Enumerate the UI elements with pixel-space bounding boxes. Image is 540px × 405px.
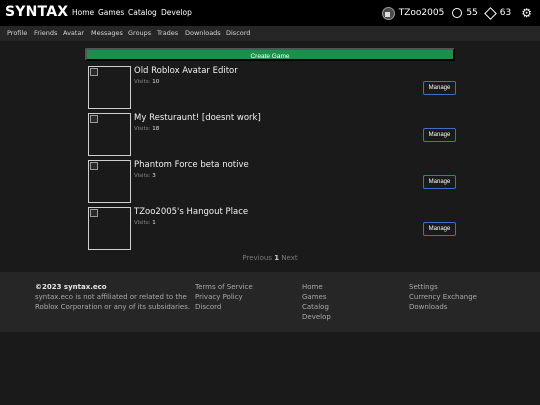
visits-label: Visits: [134,79,151,85]
footer-link-terms[interactable]: Terms of Service [195,282,253,292]
footer-link-games[interactable]: Games [302,292,331,302]
subnav-messages[interactable]: Messages [91,29,123,37]
game-title[interactable]: TZoo2005's Hangout Place [134,207,248,217]
visits-count: 18 [152,126,160,132]
subnav-discord[interactable]: Discord [226,29,250,37]
game-item: Phantom Force beta notive Visits: 3 Mana… [88,160,456,203]
brand-logo[interactable]: SYNTAX [5,4,68,20]
user-area: TZoo2005 55 63 ⚙ [381,0,532,26]
footer-link-downloads[interactable]: Downloads [409,302,477,312]
footer-link-discord[interactable]: Discord [195,302,253,312]
gear-icon[interactable]: ⚙ [521,6,532,20]
footer-link-develop[interactable]: Develop [302,312,331,322]
visits-label: Visits: [134,126,151,132]
game-item: Old Roblox Avatar Editor Visits: 10 Mana… [88,66,456,109]
game-thumbnail[interactable] [88,207,131,250]
visits-label: Visits: [134,173,151,179]
subnav-profile[interactable]: Profile [7,29,27,37]
game-item: TZoo2005's Hangout Place Visits: 1 Manag… [88,207,456,250]
footer-legal: Terms of Service Privacy Policy Discord [195,282,253,312]
footer-misc: Settings Currency Exchange Downloads [409,282,477,312]
copyright: ©2023 syntax.eco [35,283,107,291]
footer-about: ©2023 syntax.eco syntax.eco is not affil… [35,282,190,312]
pagination: Previous 1 Next [0,254,540,262]
tickets-count[interactable]: 63 [500,8,511,18]
game-visits: Visits: 1 [134,220,156,226]
game-item: My Resturaunt! [doesnt work] Visits: 18 … [88,113,456,156]
visits-count: 1 [152,220,156,226]
footer: ©2023 syntax.eco syntax.eco is not affil… [0,272,540,332]
footer-link-home[interactable]: Home [302,282,331,292]
manage-button[interactable]: Manage [423,222,456,236]
current-page: 1 [274,254,280,262]
next-link[interactable]: Next [281,254,297,262]
footer-link-currency-exchange[interactable]: Currency Exchange [409,292,477,302]
nav-develop[interactable]: Develop [161,8,192,17]
subnav-downloads[interactable]: Downloads [185,29,221,37]
subnav-trades[interactable]: Trades [157,29,178,37]
footer-nav: Home Games Catalog Develop [302,282,331,322]
footer-link-settings[interactable]: Settings [409,282,477,292]
game-visits: Visits: 10 [134,79,159,85]
disclaimer-line: syntax.eco is not affiliated or related … [35,293,187,301]
nav-games[interactable]: Games [98,8,124,17]
previous-link[interactable]: Previous [242,254,272,262]
robux-count[interactable]: 55 [466,8,477,18]
manage-button[interactable]: Manage [423,175,456,189]
tickets-icon [483,6,497,20]
disclaimer-line: Roblox Corporation or any of its subsida… [35,303,191,311]
visits-count: 3 [152,173,156,179]
game-thumbnail[interactable] [88,160,131,203]
footer-link-catalog[interactable]: Catalog [302,302,331,312]
create-game-button[interactable]: Create Game [85,48,455,61]
visits-label: Visits: [134,220,151,226]
game-thumbnail[interactable] [88,113,131,156]
visits-count: 10 [152,79,160,85]
manage-button[interactable]: Manage [423,128,456,142]
nav-home[interactable]: Home [72,8,94,17]
game-title[interactable]: Phantom Force beta notive [134,160,249,170]
nav-catalog[interactable]: Catalog [128,8,157,17]
game-title[interactable]: My Resturaunt! [doesnt work] [134,113,261,123]
game-thumbnail[interactable] [88,66,131,109]
top-navbar: SYNTAX Home Games Catalog Develop TZoo20… [0,0,540,26]
subnav-groups[interactable]: Groups [128,29,151,37]
game-title[interactable]: Old Roblox Avatar Editor [134,66,238,76]
robux-icon [452,8,463,18]
manage-button[interactable]: Manage [423,81,456,95]
sub-navbar: Profile Friends Avatar Messages Groups T… [0,26,540,41]
game-visits: Visits: 3 [134,173,156,179]
footer-link-privacy[interactable]: Privacy Policy [195,292,253,302]
subnav-friends[interactable]: Friends [34,29,57,37]
game-visits: Visits: 18 [134,126,159,132]
subnav-avatar[interactable]: Avatar [63,29,84,37]
username[interactable]: TZoo2005 [399,8,445,18]
avatar[interactable] [381,6,395,20]
